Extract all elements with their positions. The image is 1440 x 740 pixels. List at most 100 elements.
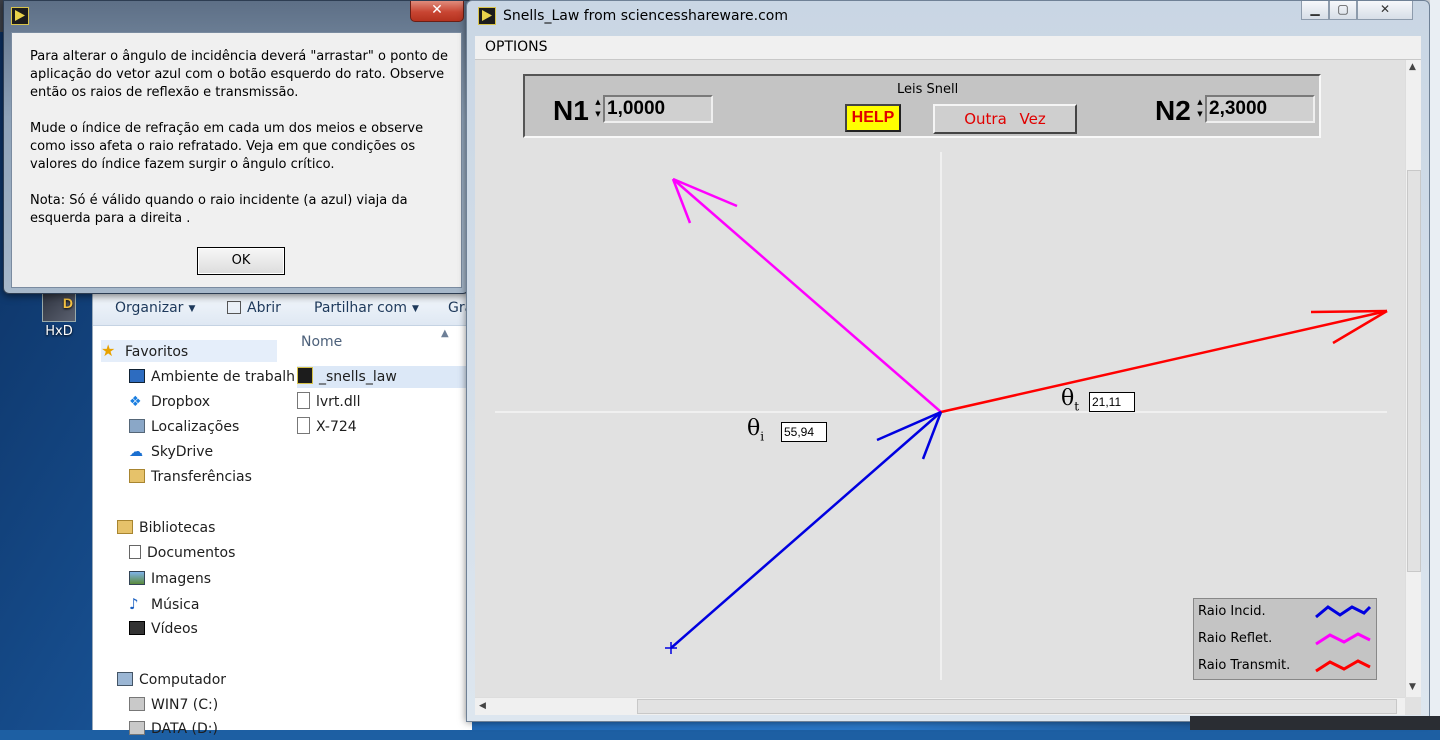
drive-icon [129, 721, 145, 735]
background-window-edge [1430, 0, 1440, 730]
n2-spinner[interactable]: ▲ ▼ [1195, 96, 1205, 122]
nav-drive-c[interactable]: WIN7 (C:) [129, 694, 218, 716]
horizontal-scrollbar[interactable]: ◀ [475, 697, 1405, 715]
sort-ascending-icon: ▲ [441, 328, 449, 339]
file-list: Nome ▲ _snells_law lvrt.dll X-724 [293, 326, 473, 730]
reset-button[interactable]: Outra Vez [933, 104, 1077, 134]
libraries-icon [117, 520, 133, 534]
theta-i-symbol: θi [747, 416, 765, 444]
cloud-icon: ☁ [129, 444, 143, 460]
desktop-icon-hxd[interactable]: D HxD [38, 292, 80, 339]
incidence-angle-display: 55,94 [781, 422, 827, 442]
vertical-scrollbar[interactable]: ▲ ▼ [1405, 60, 1421, 697]
n1-label: N1 [553, 95, 589, 126]
drive-icon [129, 697, 145, 711]
transmitted-swatch [1315, 659, 1371, 673]
menu-options[interactable]: OPTIONS [485, 39, 548, 55]
nav-images[interactable]: Imagens [129, 568, 211, 590]
music-note-icon: ♪ [129, 595, 139, 613]
reflected-ray [671, 177, 942, 413]
nav-music[interactable]: ♪ Música [129, 593, 199, 615]
nav-favorites[interactable]: ★ Favoritos [101, 340, 277, 362]
nav-skydrive[interactable]: ☁ SkyDrive [129, 441, 213, 463]
nav-documents[interactable]: Documentos [129, 542, 235, 564]
file-row[interactable]: lvrt.dll [297, 391, 473, 413]
minimize-button[interactable]: ▁ [1301, 1, 1329, 20]
transmission-angle-display: 21,11 [1089, 392, 1135, 412]
horizontal-scroll-thumb[interactable] [637, 699, 1397, 714]
maximize-icon: ▢ [1337, 2, 1349, 16]
file-icon [297, 417, 310, 434]
front-panel: Leis Snell N1 ▲ ▼ 1,0000 HELP Outra Vez N… [475, 60, 1421, 715]
window-title: Snells_Law from sciencesshareware.com [503, 8, 788, 24]
explorer-toolbar: Organizar ▼ Abrir Partilhar com ▼ Gra [93, 290, 473, 326]
file-row[interactable]: _snells_law [297, 366, 473, 388]
snells-law-window: Snells_Law from sciencesshareware.com ▁ … [466, 0, 1430, 722]
instruction-paragraph-2: Mude o índice de refração em cada um dos… [30, 121, 424, 172]
navigation-pane: ★ Favoritos Ambiente de trabalh ❖ Dropbox … [93, 326, 295, 737]
pictures-icon [129, 571, 145, 585]
legend-item-transmitted: Raio Transmit. [1198, 653, 1376, 679]
nav-computer[interactable]: Computador [117, 669, 226, 691]
nav-videos[interactable]: Vídeos [129, 618, 198, 640]
chevron-down-icon: ▼ [188, 304, 196, 314]
incident-ray [665, 410, 943, 654]
instruction-paragraph-1: Para alterar o ângulo de incidência deve… [30, 49, 448, 100]
star-icon: ★ [101, 341, 116, 360]
chevron-down-icon: ▼ [411, 304, 419, 314]
control-panel: Leis Snell N1 ▲ ▼ 1,0000 HELP Outra Vez N… [523, 74, 1321, 138]
n1-spinner[interactable]: ▲ ▼ [593, 96, 603, 122]
instruction-note: Nota: Só é válido quando o raio incident… [30, 193, 408, 226]
close-button[interactable]: ✕ [410, 1, 464, 22]
computer-icon [117, 672, 133, 686]
n2-input[interactable]: 2,3000 [1205, 95, 1315, 123]
organize-button[interactable]: Organizar ▼ [115, 300, 195, 316]
minimize-icon: ▁ [1310, 2, 1320, 16]
dialog-body: Para alterar o ângulo de incidência deve… [11, 32, 462, 288]
vertical-scroll-thumb[interactable] [1407, 170, 1421, 572]
desktop-icon-label: HxD [45, 324, 73, 339]
close-button[interactable]: ✕ [1357, 1, 1413, 20]
labview-icon [478, 7, 496, 25]
film-icon [129, 621, 145, 635]
scroll-up-icon[interactable]: ▲ [1409, 62, 1416, 72]
nav-libraries[interactable]: Bibliotecas [117, 517, 215, 539]
share-button[interactable]: Partilhar com ▼ [314, 300, 419, 316]
open-button[interactable]: Abrir [227, 300, 281, 316]
recent-places-icon [129, 419, 145, 433]
dll-file-icon [297, 392, 310, 409]
file-explorer-window: Organizar ▼ Abrir Partilhar com ▼ Gra ★ Fav… [92, 290, 473, 737]
labview-app-icon [297, 367, 313, 384]
legend-item-incident: Raio Incid. [1198, 599, 1376, 625]
scroll-left-icon[interactable]: ◀ [479, 701, 486, 711]
ok-button[interactable]: OK [197, 247, 285, 275]
nav-dropbox[interactable]: ❖ Dropbox [129, 391, 210, 413]
message-dialog: ✕ Para alterar o ângulo de incidência de… [3, 0, 469, 294]
nav-locations[interactable]: Localizações [129, 416, 239, 438]
help-button[interactable]: HELP [845, 104, 901, 132]
maximize-button[interactable]: ▢ [1329, 1, 1357, 20]
incident-swatch [1315, 605, 1372, 619]
legend-item-reflected: Raio Reflet. [1198, 626, 1376, 652]
hxd-icon: D [42, 292, 76, 322]
reflected-swatch [1315, 632, 1371, 646]
panel-title: Leis Snell [897, 82, 959, 97]
open-icon [227, 301, 241, 314]
theta-t-symbol: θt [1061, 386, 1080, 414]
file-row[interactable]: X-724 [297, 416, 473, 438]
close-icon: ✕ [1379, 2, 1391, 16]
scroll-down-icon[interactable]: ▼ [1409, 682, 1416, 692]
taskbar-fragment [1190, 716, 1440, 730]
nav-downloads[interactable]: Transferências [129, 466, 252, 488]
menu-bar: OPTIONS [475, 36, 1421, 60]
n1-input[interactable]: 1,0000 [603, 95, 713, 123]
column-header-name[interactable]: Nome [301, 334, 342, 350]
nav-desktop[interactable]: Ambiente de trabalh [129, 366, 295, 388]
transmitted-ray [940, 309, 1388, 414]
desktop-icon [129, 369, 145, 383]
nav-drive-d[interactable]: DATA (D:) [129, 718, 218, 740]
documents-icon [129, 545, 141, 559]
dropbox-icon: ❖ [129, 394, 142, 410]
labview-icon [11, 7, 29, 25]
downloads-folder-icon [129, 469, 145, 483]
